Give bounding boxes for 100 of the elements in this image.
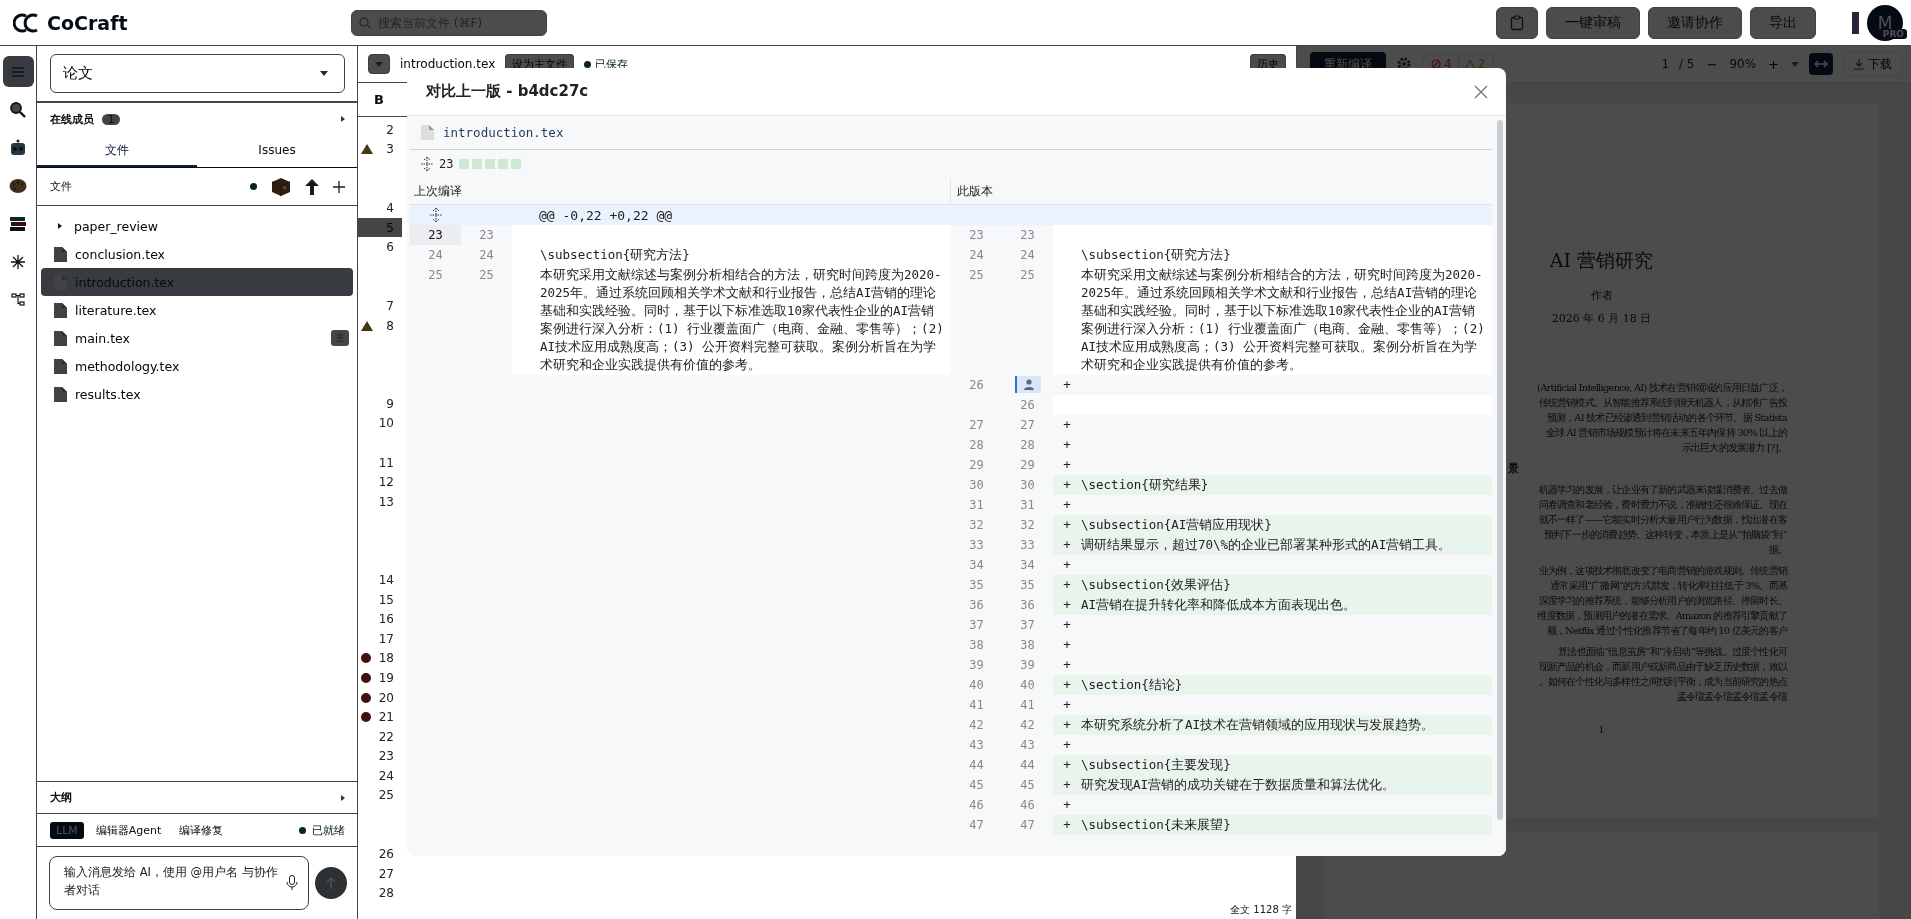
line-number: 2 — [385, 121, 395, 139]
line-number: 44 — [969, 758, 984, 772]
added-sign: + — [1063, 537, 1071, 552]
plus-icon[interactable] — [333, 180, 345, 193]
bold-button[interactable]: B — [368, 91, 390, 108]
added-sign: + — [1063, 577, 1071, 592]
file-name: introduction.tex — [400, 57, 496, 71]
added-sign: + — [1063, 777, 1071, 792]
expand-icon[interactable] — [429, 208, 442, 222]
project-select[interactable]: 论文 — [50, 54, 345, 93]
clipboard-button[interactable] — [1496, 6, 1538, 39]
line-number: 33 — [1020, 538, 1035, 552]
code-line: \subsection{主要发现} — [1081, 756, 1232, 774]
file-item[interactable]: conclusion.tex — [41, 240, 353, 268]
user-marker-icon[interactable] — [1014, 376, 1041, 393]
mode-tab[interactable]: 编译修复 — [173, 820, 230, 840]
chat-input-field[interactable]: 输入消息发给 AI，使用 @用户名 与协作者对话 — [49, 856, 309, 910]
line-number: 34 — [1020, 558, 1035, 572]
line-number: 28 — [377, 885, 395, 903]
file-item[interactable]: methodology.tex — [41, 352, 353, 380]
send-button[interactable] — [315, 867, 347, 899]
line-number: 23 — [1020, 228, 1035, 242]
asterisk-icon — [10, 253, 26, 270]
line-number: 43 — [1020, 738, 1035, 752]
expand-icon[interactable] — [421, 157, 433, 171]
line-number: 32 — [969, 518, 984, 532]
chevron-icon[interactable] — [341, 116, 345, 122]
line-number: 29 — [1020, 458, 1035, 472]
indicator-bar — [1852, 11, 1859, 34]
file-icon — [54, 302, 67, 318]
line-number: 14 — [377, 572, 395, 590]
app-logo[interactable]: CoCraft — [47, 11, 128, 34]
status-dot-icon — [299, 826, 306, 834]
added-sign: + — [1063, 717, 1071, 732]
line-number: 44 — [1020, 758, 1035, 772]
line-number: 30 — [1020, 478, 1035, 492]
line-number: 27 — [969, 418, 984, 432]
file-item[interactable]: paper_review — [41, 212, 353, 240]
sidebar-tab[interactable]: 文件 — [37, 135, 197, 167]
line-number: 46 — [1020, 798, 1035, 812]
dialog-title: 对比上一版 - b4dc27c — [426, 82, 589, 101]
package-icon[interactable] — [271, 176, 291, 197]
line-number: 24 — [1020, 248, 1035, 262]
file-item[interactable]: results.tex — [41, 380, 353, 408]
added-sign: + — [1063, 797, 1071, 812]
line-number: 25 — [479, 268, 494, 282]
close-icon[interactable] — [1474, 84, 1488, 99]
line-number: 21 — [358, 707, 402, 727]
scrollbar-thumb[interactable] — [1497, 120, 1503, 820]
section-heading: 景 — [1508, 461, 1519, 476]
zoom-level: 90% — [1729, 57, 1757, 71]
line-number: 7 — [385, 298, 395, 315]
error-dot-icon — [361, 692, 371, 703]
line-number: 18 — [358, 648, 402, 669]
line-number: 38 — [969, 638, 984, 652]
line-number: 37 — [969, 618, 984, 632]
line-number: 23 — [377, 748, 395, 766]
file-icon — [54, 386, 67, 402]
line-number: 41 — [969, 698, 984, 712]
changed-lines-count: 23 — [439, 157, 454, 171]
code-line: \section{研究结果} — [1081, 476, 1210, 494]
line-number: 37 — [1020, 618, 1035, 632]
mode-tab[interactable]: 编辑器Agent — [89, 820, 168, 840]
status-dot-icon — [250, 183, 257, 190]
arrow-up-icon — [326, 877, 336, 889]
line-number: 23 — [410, 225, 461, 245]
line-number: 11 — [377, 454, 395, 472]
line-number: 35 — [969, 578, 984, 592]
added-sign: + — [1063, 697, 1071, 712]
status-dot-icon — [584, 60, 592, 68]
line-number: 16 — [377, 611, 395, 629]
line-number: 17 — [377, 630, 395, 648]
line-number: 30 — [969, 478, 984, 492]
line-number: 40 — [1020, 678, 1035, 692]
page-total: / 5 — [1679, 57, 1695, 71]
line-number: 45 — [1020, 778, 1035, 792]
added-sign: + — [1063, 437, 1071, 452]
double-arrow-icon — [1814, 60, 1828, 68]
line-number: 35 — [1020, 578, 1035, 592]
word-count: 全文 1128 字 — [1230, 903, 1292, 917]
rail-button[interactable] — [2, 56, 34, 87]
upload-icon[interactable] — [305, 178, 319, 195]
file-item[interactable]: literature.tex — [41, 296, 353, 324]
file-icon — [421, 125, 434, 140]
line-number: 39 — [1020, 658, 1035, 672]
code-line: \subsection{效果评估} — [1081, 576, 1232, 594]
dropdown-button[interactable] — [368, 54, 390, 74]
line-number: 41 — [1020, 698, 1035, 712]
line-number: 6 — [385, 239, 395, 257]
chevron-icon[interactable] — [341, 794, 345, 801]
line-number: 26 — [1020, 398, 1035, 412]
code-line: 研究发现AI营销的成功关键在于数据质量和算法优化。 — [1081, 776, 1397, 794]
line-number: 25 — [377, 787, 395, 805]
line-number: 28 — [969, 438, 984, 452]
line-number: 29 — [969, 458, 984, 472]
sidebar-tab[interactable]: Issues — [197, 135, 357, 167]
line-number: 38 — [1020, 638, 1035, 652]
microphone-icon[interactable] — [286, 875, 298, 891]
line-number: 25 — [1020, 268, 1035, 282]
line-number: 39 — [969, 658, 984, 672]
